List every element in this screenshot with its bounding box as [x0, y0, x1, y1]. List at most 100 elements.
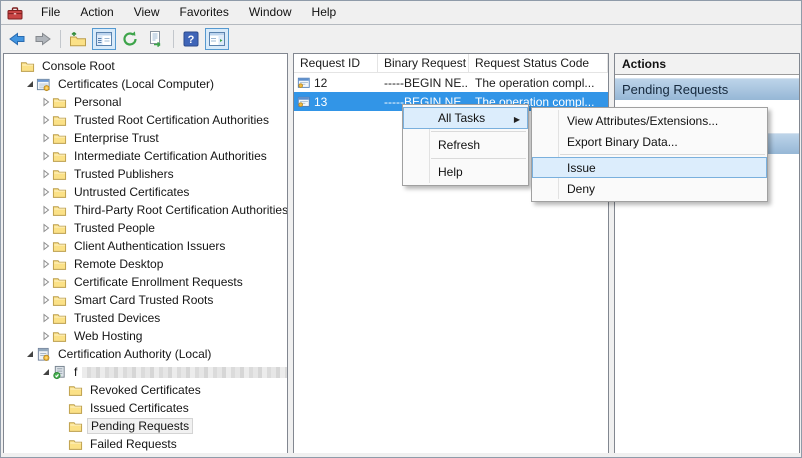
column-header-binary-request[interactable]: Binary Request [378, 54, 469, 72]
expand-arrow-icon[interactable] [40, 313, 51, 323]
folder-icon [52, 185, 67, 200]
expand-arrow-icon[interactable] [40, 331, 51, 341]
menu-file[interactable]: File [31, 1, 70, 24]
export-list-button[interactable] [144, 28, 168, 50]
expand-arrow-icon[interactable] [40, 133, 51, 143]
expand-arrow-icon[interactable] [40, 151, 51, 161]
tree-item-web-hosting[interactable]: Web Hosting [4, 327, 287, 345]
tree-item-trusted-publishers[interactable]: Trusted Publishers [4, 165, 287, 183]
expander-placeholder [56, 439, 67, 449]
forward-arrow-icon [33, 29, 53, 49]
redacted-ca-name [82, 367, 287, 378]
action-section-pending-requests[interactable]: Pending Requests [615, 78, 799, 100]
folder-icon [52, 149, 67, 164]
menu-action[interactable]: Action [70, 1, 123, 24]
tree-item-issued-certificates[interactable]: Issued Certificates [4, 399, 287, 417]
tree-item-intermediate-certification-authorities[interactable]: Intermediate Certification Authorities [4, 147, 287, 165]
action-section-label: Pending Requests [622, 82, 728, 97]
expand-arrow-icon[interactable] [40, 223, 51, 233]
folder-icon [52, 203, 67, 218]
tree-item-certification-authority-local[interactable]: Certification Authority (Local) [4, 345, 287, 363]
collapse-arrow-icon[interactable] [24, 79, 35, 89]
refresh-button[interactable] [118, 28, 142, 50]
tree-item-label: Trusted Publishers [71, 167, 177, 181]
collapse-arrow-icon[interactable] [40, 367, 51, 377]
tree-item-trusted-devices[interactable]: Trusted Devices [4, 309, 287, 327]
tree-item-untrusted-certificates[interactable]: Untrusted Certificates [4, 183, 287, 201]
certificate-request-icon [297, 95, 311, 109]
expand-arrow-icon[interactable] [40, 295, 51, 305]
expand-arrow-icon[interactable] [40, 97, 51, 107]
toolbar-separator [173, 30, 174, 48]
tree-item-label: Web Hosting [71, 329, 145, 343]
request-row-12[interactable]: 12-----BEGIN NE...The operation compl... [294, 73, 608, 92]
request-id-cell: 12 [294, 76, 378, 90]
request-id-cell: 13 [294, 95, 378, 109]
tree-item-revoked-certificates[interactable]: Revoked Certificates [4, 381, 287, 399]
tree-item-trusted-root-certification-authorities[interactable]: Trusted Root Certification Authorities [4, 111, 287, 129]
help-button[interactable]: ? [179, 28, 203, 50]
tree-item-f[interactable]: f [4, 363, 287, 381]
list-column-headers: Request IDBinary RequestRequest Status C… [294, 54, 608, 73]
menu-item-deny[interactable]: Deny [532, 178, 767, 199]
tree-item-pending-requests[interactable]: Pending Requests [4, 417, 287, 435]
mmc-window: FileActionViewFavoritesWindowHelp ? Cons… [0, 0, 802, 458]
back-button[interactable] [5, 28, 29, 50]
expand-arrow-icon[interactable] [40, 277, 51, 287]
menu-item-all-tasks[interactable]: All Tasks▶ [403, 107, 528, 129]
tree-item-personal[interactable]: Personal [4, 93, 287, 111]
expand-arrow-icon[interactable] [40, 187, 51, 197]
forward-button[interactable] [31, 28, 55, 50]
menu-item-refresh[interactable]: Refresh [403, 134, 528, 156]
console-tree-icon [94, 29, 114, 49]
expand-arrow-icon[interactable] [40, 169, 51, 179]
action-pane-icon [207, 29, 227, 49]
expand-arrow-icon[interactable] [40, 241, 51, 251]
menu-window[interactable]: Window [239, 1, 302, 24]
menu-item-help[interactable]: Help [403, 161, 528, 183]
tree-item-client-authentication-issuers[interactable]: Client Authentication Issuers [4, 237, 287, 255]
tree-item-label: Certificate Enrollment Requests [71, 275, 246, 289]
tree-item-remote-desktop[interactable]: Remote Desktop [4, 255, 287, 273]
expand-arrow-icon[interactable] [40, 259, 51, 269]
tree-item-enterprise-trust[interactable]: Enterprise Trust [4, 129, 287, 147]
column-header-request-id[interactable]: Request ID [294, 54, 378, 72]
show-console-tree-toggle[interactable] [92, 28, 116, 50]
menu-view[interactable]: View [124, 1, 170, 24]
show-action-pane-toggle[interactable] [205, 28, 229, 50]
binary-request-cell: -----BEGIN NE... [378, 76, 469, 90]
collapse-arrow-icon[interactable] [24, 349, 35, 359]
tree-item-label: Client Authentication Issuers [71, 239, 228, 253]
menu-favorites[interactable]: Favorites [170, 1, 239, 24]
tree-item-label: Failed Requests [87, 437, 180, 451]
expand-arrow-icon[interactable] [40, 205, 51, 215]
certificate-request-icon [297, 76, 311, 90]
folder-icon [68, 437, 83, 452]
tree-item-console-root[interactable]: Console Root [4, 57, 287, 75]
tree-item-label: f [71, 365, 80, 379]
tree-item-label: Certificates (Local Computer) [55, 77, 217, 91]
expand-arrow-icon[interactable] [40, 115, 51, 125]
certstore-icon [36, 77, 51, 92]
column-header-request-status-code[interactable]: Request Status Code [469, 54, 608, 72]
folder-icon [52, 293, 67, 308]
up-one-level-button[interactable] [66, 28, 90, 50]
menu-separator [431, 158, 526, 159]
folder-icon [52, 239, 67, 254]
tree-item-smart-card-trusted-roots[interactable]: Smart Card Trusted Roots [4, 291, 287, 309]
ca-icon [36, 347, 51, 362]
folder-icon [52, 167, 67, 182]
tree-item-failed-requests[interactable]: Failed Requests [4, 435, 287, 453]
submenu-arrow-icon: ▶ [514, 115, 520, 124]
menu-item-issue[interactable]: Issue [532, 157, 767, 178]
menu-item-export-binary-data[interactable]: Export Binary Data... [532, 131, 767, 152]
folder-icon [52, 311, 67, 326]
console-tree: Console Root Certificates (Local Computer… [4, 54, 287, 453]
tree-item-third-party-root-certification-authorities[interactable]: Third-Party Root Certification Authoriti… [4, 201, 287, 219]
menu-item-view-attributes-extensions[interactable]: View Attributes/Extensions... [532, 110, 767, 131]
tree-item-trusted-people[interactable]: Trusted People [4, 219, 287, 237]
menu-help[interactable]: Help [302, 1, 347, 24]
tree-item-certificate-enrollment-requests[interactable]: Certificate Enrollment Requests [4, 273, 287, 291]
tree-item-certificates-local-computer[interactable]: Certificates (Local Computer) [4, 75, 287, 93]
menu-separator [431, 131, 526, 132]
